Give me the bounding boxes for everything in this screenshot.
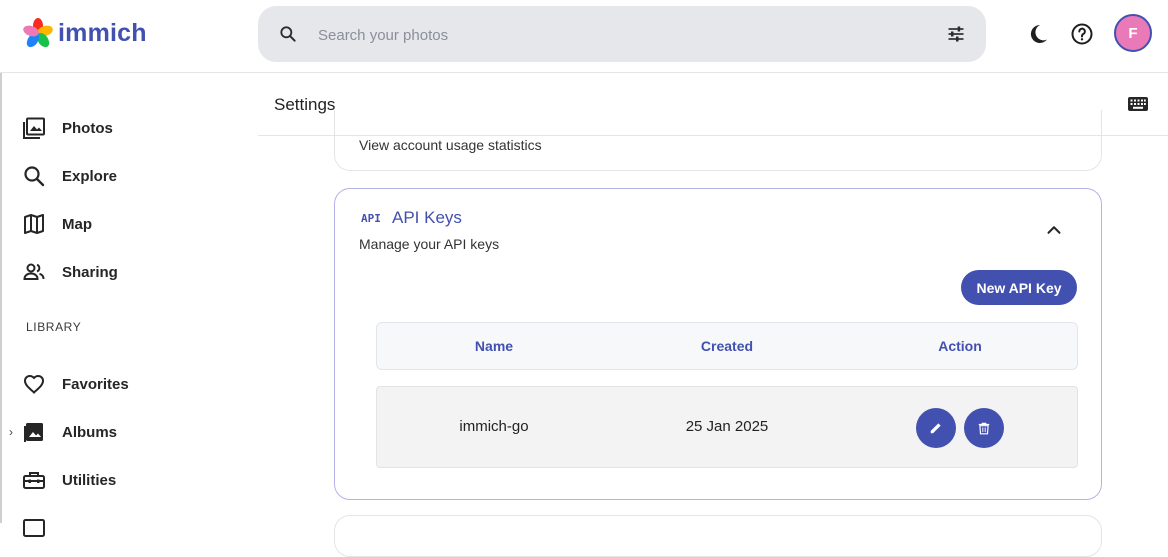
column-header-action: Action xyxy=(938,338,982,354)
search-icon xyxy=(280,26,296,42)
api-keys-description: Manage your API keys xyxy=(359,236,500,252)
api-keys-card: API API Keys Manage your API keys New AP… xyxy=(334,188,1102,500)
photos-icon xyxy=(23,117,45,139)
sidebar-item-label: Map xyxy=(62,215,92,233)
api-key-name: immich-go xyxy=(459,418,529,435)
table-row: immich-go 25 Jan 2025 xyxy=(376,386,1078,468)
api-icon: API xyxy=(361,212,381,225)
column-header-name: Name xyxy=(474,338,514,354)
sidebar-item-utilities[interactable]: Utilities xyxy=(22,465,116,495)
app-logo[interactable]: immich xyxy=(22,17,147,49)
chevron-right-icon[interactable]: › xyxy=(9,425,13,439)
filter-icon[interactable] xyxy=(946,24,966,44)
sharing-icon xyxy=(23,263,45,280)
sidebar-item-favorites[interactable]: Favorites xyxy=(22,369,129,399)
sidebar-item-label: Photos xyxy=(62,119,113,137)
toolbox-icon xyxy=(23,472,45,489)
next-settings-card[interactable] xyxy=(334,515,1102,557)
column-header-created: Created xyxy=(700,338,754,354)
archive-icon xyxy=(23,519,45,537)
sidebar-item-photos[interactable]: Photos xyxy=(22,113,113,143)
moon-icon[interactable] xyxy=(1026,22,1050,46)
sidebar-item-label: Favorites xyxy=(62,375,129,393)
sidebar-item-label: Explore xyxy=(62,167,118,185)
sidebar-item-albums[interactable]: Albums xyxy=(22,417,117,447)
top-bar: immich F xyxy=(0,0,1168,73)
avatar[interactable]: F xyxy=(1114,14,1152,52)
sidebar: Photos Explore Map Sharing LIBRARY Favor… xyxy=(0,73,258,537)
api-key-created: 25 Jan 2025 xyxy=(685,418,769,435)
sidebar-item-explore[interactable]: Explore xyxy=(22,161,117,191)
pencil-icon xyxy=(930,423,941,434)
albums-icon xyxy=(24,423,43,442)
heart-icon xyxy=(23,374,45,394)
library-section-label: LIBRARY xyxy=(26,320,82,334)
map-icon xyxy=(24,214,44,234)
delete-api-key-button[interactable] xyxy=(964,408,1004,448)
search-input[interactable] xyxy=(316,20,920,50)
sidebar-item-map[interactable]: Map xyxy=(22,209,92,239)
app-name: immich xyxy=(58,18,147,47)
sidebar-item-label: Utilities xyxy=(62,471,117,489)
trash-icon xyxy=(978,422,990,435)
api-keys-title[interactable]: API Keys xyxy=(392,208,462,228)
keyboard-icon[interactable] xyxy=(1128,96,1148,112)
usage-card[interactable]: View account usage statistics xyxy=(334,110,1102,171)
help-icon[interactable] xyxy=(1070,22,1094,46)
immich-logo-icon xyxy=(23,18,53,48)
search-bar[interactable] xyxy=(258,6,986,62)
sidebar-item-archive[interactable] xyxy=(22,513,46,543)
page-title: Settings xyxy=(274,95,336,114)
edit-api-key-button[interactable] xyxy=(916,408,956,448)
usage-card-description: View account usage statistics xyxy=(359,137,542,153)
sidebar-item-label: Sharing xyxy=(62,263,118,281)
sidebar-item-label: Albums xyxy=(62,423,118,441)
new-api-key-button[interactable]: New API Key xyxy=(961,270,1077,305)
sidebar-item-sharing[interactable]: Sharing xyxy=(22,257,118,287)
table-header: Name Created Action xyxy=(376,322,1078,370)
chevron-up-icon[interactable] xyxy=(1043,219,1065,241)
explore-icon xyxy=(24,166,45,187)
